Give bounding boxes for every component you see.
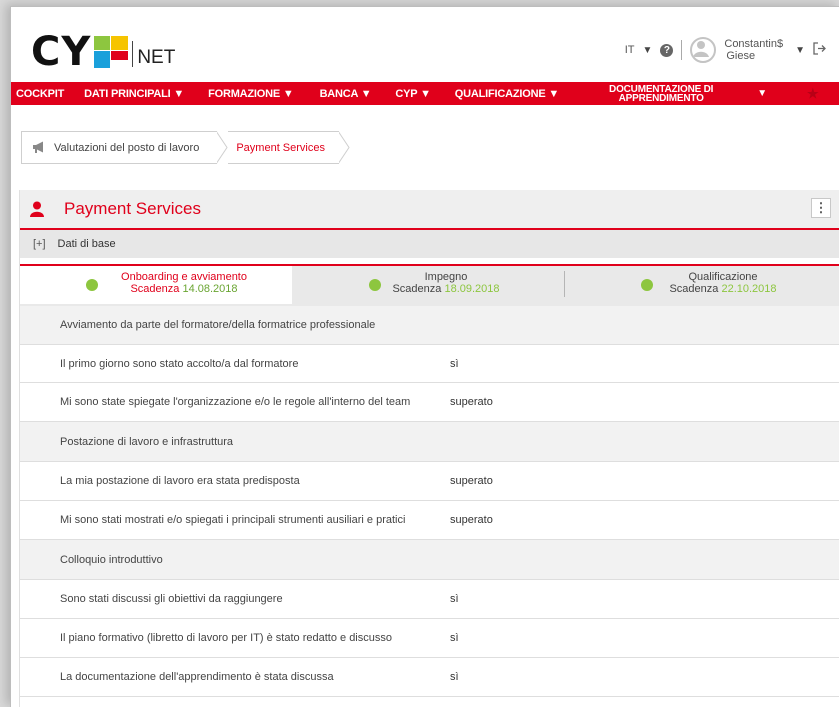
panel-header: Payment Services ⋮ xyxy=(20,190,839,230)
answer-value: sì xyxy=(450,593,459,605)
list-item[interactable]: Il piano formativo (libretto di lavoro p… xyxy=(20,619,839,658)
logout-icon[interactable] xyxy=(813,42,826,58)
list-item[interactable]: Mi sono stati mostrati e/o spiegati i pr… xyxy=(20,501,839,540)
question-label: Il piano formativo (libretto di lavoro p… xyxy=(60,632,392,644)
header-tools: IT ▼ ? Constantin$ Giese ▼ xyxy=(625,37,826,63)
main-navigation: COCKPIT DATI PRINCIPALI ▼ FORMAZIONE ▼ B… xyxy=(11,82,839,105)
user-avatar-icon[interactable] xyxy=(690,37,717,63)
top-header: CY NET IT ▼ ? Constantin$ Giese ▼ xyxy=(11,7,839,79)
nav-cockpit[interactable]: COCKPIT xyxy=(16,88,64,100)
tab-qualificazione[interactable]: Qualificazione Scadenza 22.10.2018 xyxy=(565,266,839,304)
panel-title: Payment Services xyxy=(64,199,201,218)
content-panel: Payment Services ⋮ [+] Dati di base Onbo… xyxy=(19,190,839,707)
nav-documentazione[interactable]: DOCUMENTAZIONE DI APPRENDIMENTO xyxy=(609,84,713,104)
nav-cyp[interactable]: CYP ▼ xyxy=(395,88,431,100)
tab-deadline-label: Scadenza xyxy=(669,283,719,295)
breadcrumb-end-icon xyxy=(338,131,350,164)
question-label: La documentazione dell'apprendimento è s… xyxy=(60,671,334,683)
breadcrumb-item-valutazioni[interactable]: Valutazioni del posto di lavoro xyxy=(21,131,218,164)
section-label: Colloquio introduttivo xyxy=(60,553,163,566)
basic-data-toggle[interactable]: [+] Dati di base xyxy=(20,230,839,258)
breadcrumb-separator-icon xyxy=(216,131,228,164)
list-item[interactable]: La mia postazione di lavoro era stata pr… xyxy=(20,462,839,501)
question-label: Mi sono stati mostrati e/o spiegati i pr… xyxy=(60,514,406,526)
evaluation-list: Avviamento da parte del formatore/della … xyxy=(20,306,839,697)
tab-deadline-label: Scadenza xyxy=(130,283,180,295)
answer-value: sì xyxy=(450,671,459,683)
phase-tabs: Onboarding e avviamento Scadenza 14.08.2… xyxy=(20,264,839,306)
user-menu-dropdown-icon[interactable]: ▼ xyxy=(795,45,805,56)
tab-deadline-label: Scadenza xyxy=(392,283,442,295)
user-first-name: Constantin$ xyxy=(724,38,784,50)
status-dot-icon xyxy=(641,279,653,291)
tab-deadline-date: 22.10.2018 xyxy=(721,283,777,295)
tab-onboarding-label: Onboarding e avviamento Scadenza 14.08.2… xyxy=(104,271,264,295)
tab-title: Impegno xyxy=(424,271,468,283)
help-icon[interactable]: ? xyxy=(660,43,674,57)
tab-title: Onboarding e avviamento xyxy=(121,271,247,283)
question-label: Il primo giorno sono stato accolto/a dal… xyxy=(60,357,299,370)
tab-qualificazione-label: Qualificazione Scadenza 22.10.2018 xyxy=(658,271,788,295)
tab-deadline-date: 18.09.2018 xyxy=(444,283,500,295)
header-divider xyxy=(681,40,683,60)
nav-dati-principali[interactable]: DATI PRINCIPALI ▼ xyxy=(84,88,184,100)
nav-banca[interactable]: BANCA ▼ xyxy=(320,88,372,100)
answer-value: superato xyxy=(450,514,493,526)
question-label: Mi sono state spiegate l'organizzazione … xyxy=(60,396,411,408)
person-icon xyxy=(30,201,44,217)
breadcrumb-item-payment-services[interactable]: Payment Services xyxy=(228,131,339,164)
question-label: La mia postazione di lavoro era stata pr… xyxy=(60,475,300,487)
logo-divider xyxy=(132,41,134,67)
answer-value: superato xyxy=(450,475,493,487)
section-header: Postazione di lavoro e infrastruttura xyxy=(20,422,839,462)
nav-documentazione-dropdown-icon[interactable]: ▼ xyxy=(757,88,767,99)
answer-value: sì xyxy=(450,632,459,644)
section-label: Avviamento da parte del formatore/della … xyxy=(60,319,376,331)
section-label: Postazione di lavoro e infrastruttura xyxy=(60,435,234,448)
nav-documentazione-line2: APPRENDIMENTO xyxy=(618,92,704,104)
breadcrumb: Valutazioni del posto di lavoro Payment … xyxy=(21,131,350,164)
tab-impegno[interactable]: Impegno Scadenza 18.09.2018 xyxy=(292,266,565,304)
cyp-net-logo[interactable]: CY NET xyxy=(31,29,176,75)
tab-onboarding[interactable]: Onboarding e avviamento Scadenza 14.08.2… xyxy=(20,266,292,304)
status-dot-icon xyxy=(369,279,381,291)
basic-data-label: Dati di base xyxy=(57,238,116,250)
status-dot-icon xyxy=(86,279,98,291)
list-item[interactable]: La documentazione dell'apprendimento è s… xyxy=(20,658,839,697)
expand-icon[interactable]: [+] xyxy=(33,238,46,250)
tab-impegno-label: Impegno Scadenza 18.09.2018 xyxy=(386,271,506,295)
list-item[interactable]: Mi sono state spiegate l'organizzazione … xyxy=(20,383,839,422)
list-item[interactable]: Sono stati discussi gli obiettivi da rag… xyxy=(20,580,839,619)
answer-value: sì xyxy=(450,357,459,370)
cyp-p-mark-icon xyxy=(94,36,129,68)
section-header: Avviamento da parte del formatore/della … xyxy=(20,306,839,345)
user-name[interactable]: Constantin$ Giese xyxy=(724,38,783,62)
breadcrumb-label-active: Payment Services xyxy=(236,141,325,154)
app-window: CY NET IT ▼ ? Constantin$ Giese ▼ COCKPI… xyxy=(10,6,839,707)
list-item[interactable]: Il primo giorno sono stato accolto/a dal… xyxy=(20,345,839,383)
user-last-name: Giese xyxy=(726,50,756,62)
favorite-star-icon[interactable]: ★ xyxy=(807,86,819,102)
breadcrumb-label: Valutazioni del posto di lavoro xyxy=(54,141,200,154)
nav-qualificazione[interactable]: QUALIFICAZIONE ▼ xyxy=(455,88,559,100)
question-label: Sono stati discussi gli obiettivi da rag… xyxy=(60,593,283,605)
nav-formazione[interactable]: FORMAZIONE ▼ xyxy=(208,88,294,100)
section-header: Colloquio introduttivo xyxy=(20,540,839,580)
answer-value: superato xyxy=(450,396,493,408)
logo-net-text: NET xyxy=(137,47,176,68)
tab-title: Qualificazione xyxy=(688,271,758,283)
language-selector[interactable]: IT xyxy=(625,44,635,56)
megaphone-icon xyxy=(32,141,46,157)
tab-deadline-date: 14.08.2018 xyxy=(182,283,238,295)
language-dropdown-icon[interactable]: ▼ xyxy=(642,45,652,56)
panel-menu-button[interactable]: ⋮ xyxy=(811,198,831,218)
logo-text: CY xyxy=(31,29,92,75)
